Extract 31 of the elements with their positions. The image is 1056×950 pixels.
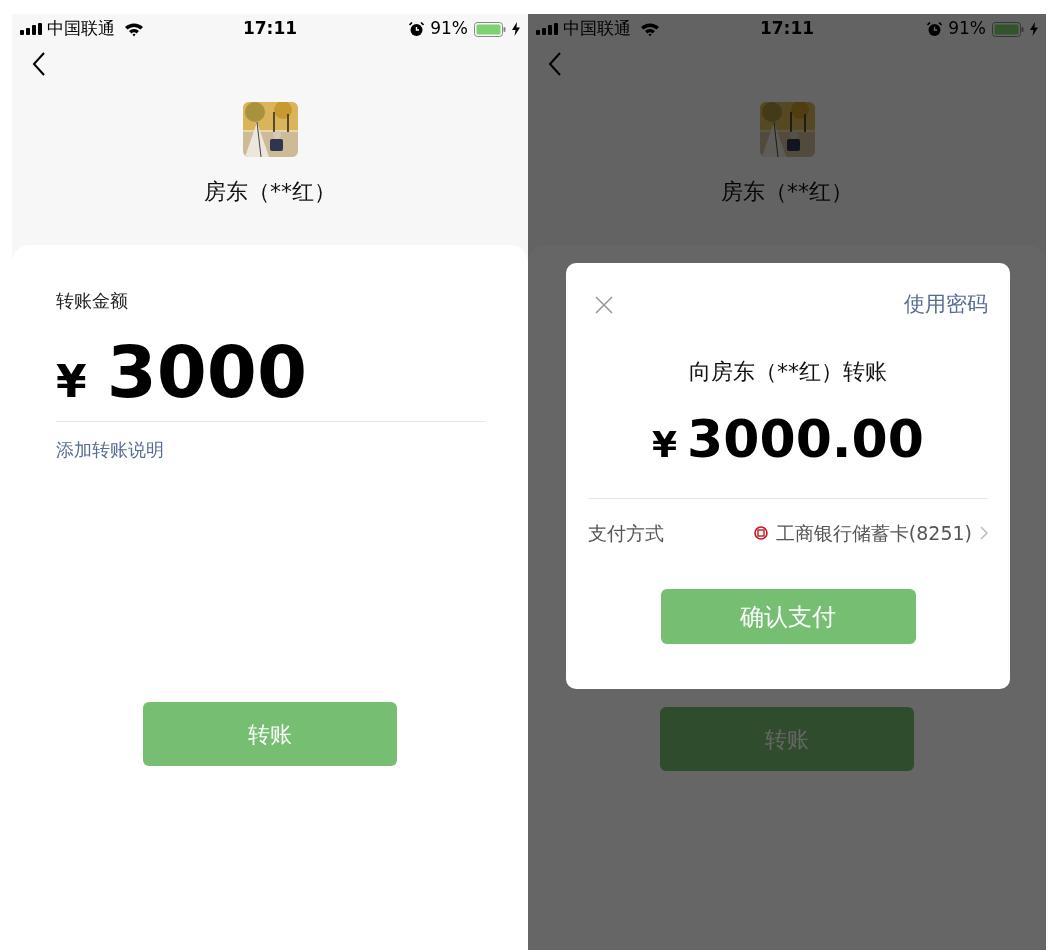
payment-method-label: 支付方式 — [588, 520, 664, 546]
bank-logo-icon — [753, 525, 768, 540]
battery-percent: 91% — [430, 17, 468, 41]
carrier-name: 中国联通 — [47, 17, 115, 41]
use-password-link[interactable]: 使用密码 — [904, 289, 988, 321]
alarm-icon — [927, 21, 943, 37]
payment-method-selector[interactable]: 工商银行储蓄卡(8251) — [753, 518, 988, 547]
charging-icon — [512, 22, 520, 36]
signal-icon — [536, 23, 558, 35]
amount-label: 转账金额 — [56, 289, 129, 313]
recipient-name: 房东（**红） — [721, 178, 853, 206]
carrier-name: 中国联通 — [563, 17, 631, 41]
add-note-link[interactable]: 添加转账说明 — [56, 436, 164, 463]
amount-field[interactable]: ¥ 3000 — [56, 332, 485, 422]
status-time: 17:11 — [759, 17, 815, 41]
charging-icon — [1030, 22, 1038, 36]
back-icon[interactable] — [32, 51, 46, 77]
recipient-name: 房东（**红） — [204, 178, 336, 206]
payment-amount: 3000.00 — [687, 407, 924, 471]
alarm-icon — [409, 21, 425, 37]
battery-icon — [992, 21, 1024, 37]
currency-sign: ¥ — [652, 422, 678, 467]
wifi-icon — [640, 21, 660, 37]
status-time: 17:11 — [242, 17, 298, 41]
signal-icon — [20, 23, 42, 35]
close-icon[interactable] — [594, 294, 614, 315]
dialog-title: 向房东（**红）转账 — [688, 357, 888, 386]
wifi-icon — [124, 21, 144, 37]
chevron-icon — [980, 525, 988, 540]
battery-icon — [474, 21, 506, 37]
battery-percent: 91% — [948, 17, 986, 41]
